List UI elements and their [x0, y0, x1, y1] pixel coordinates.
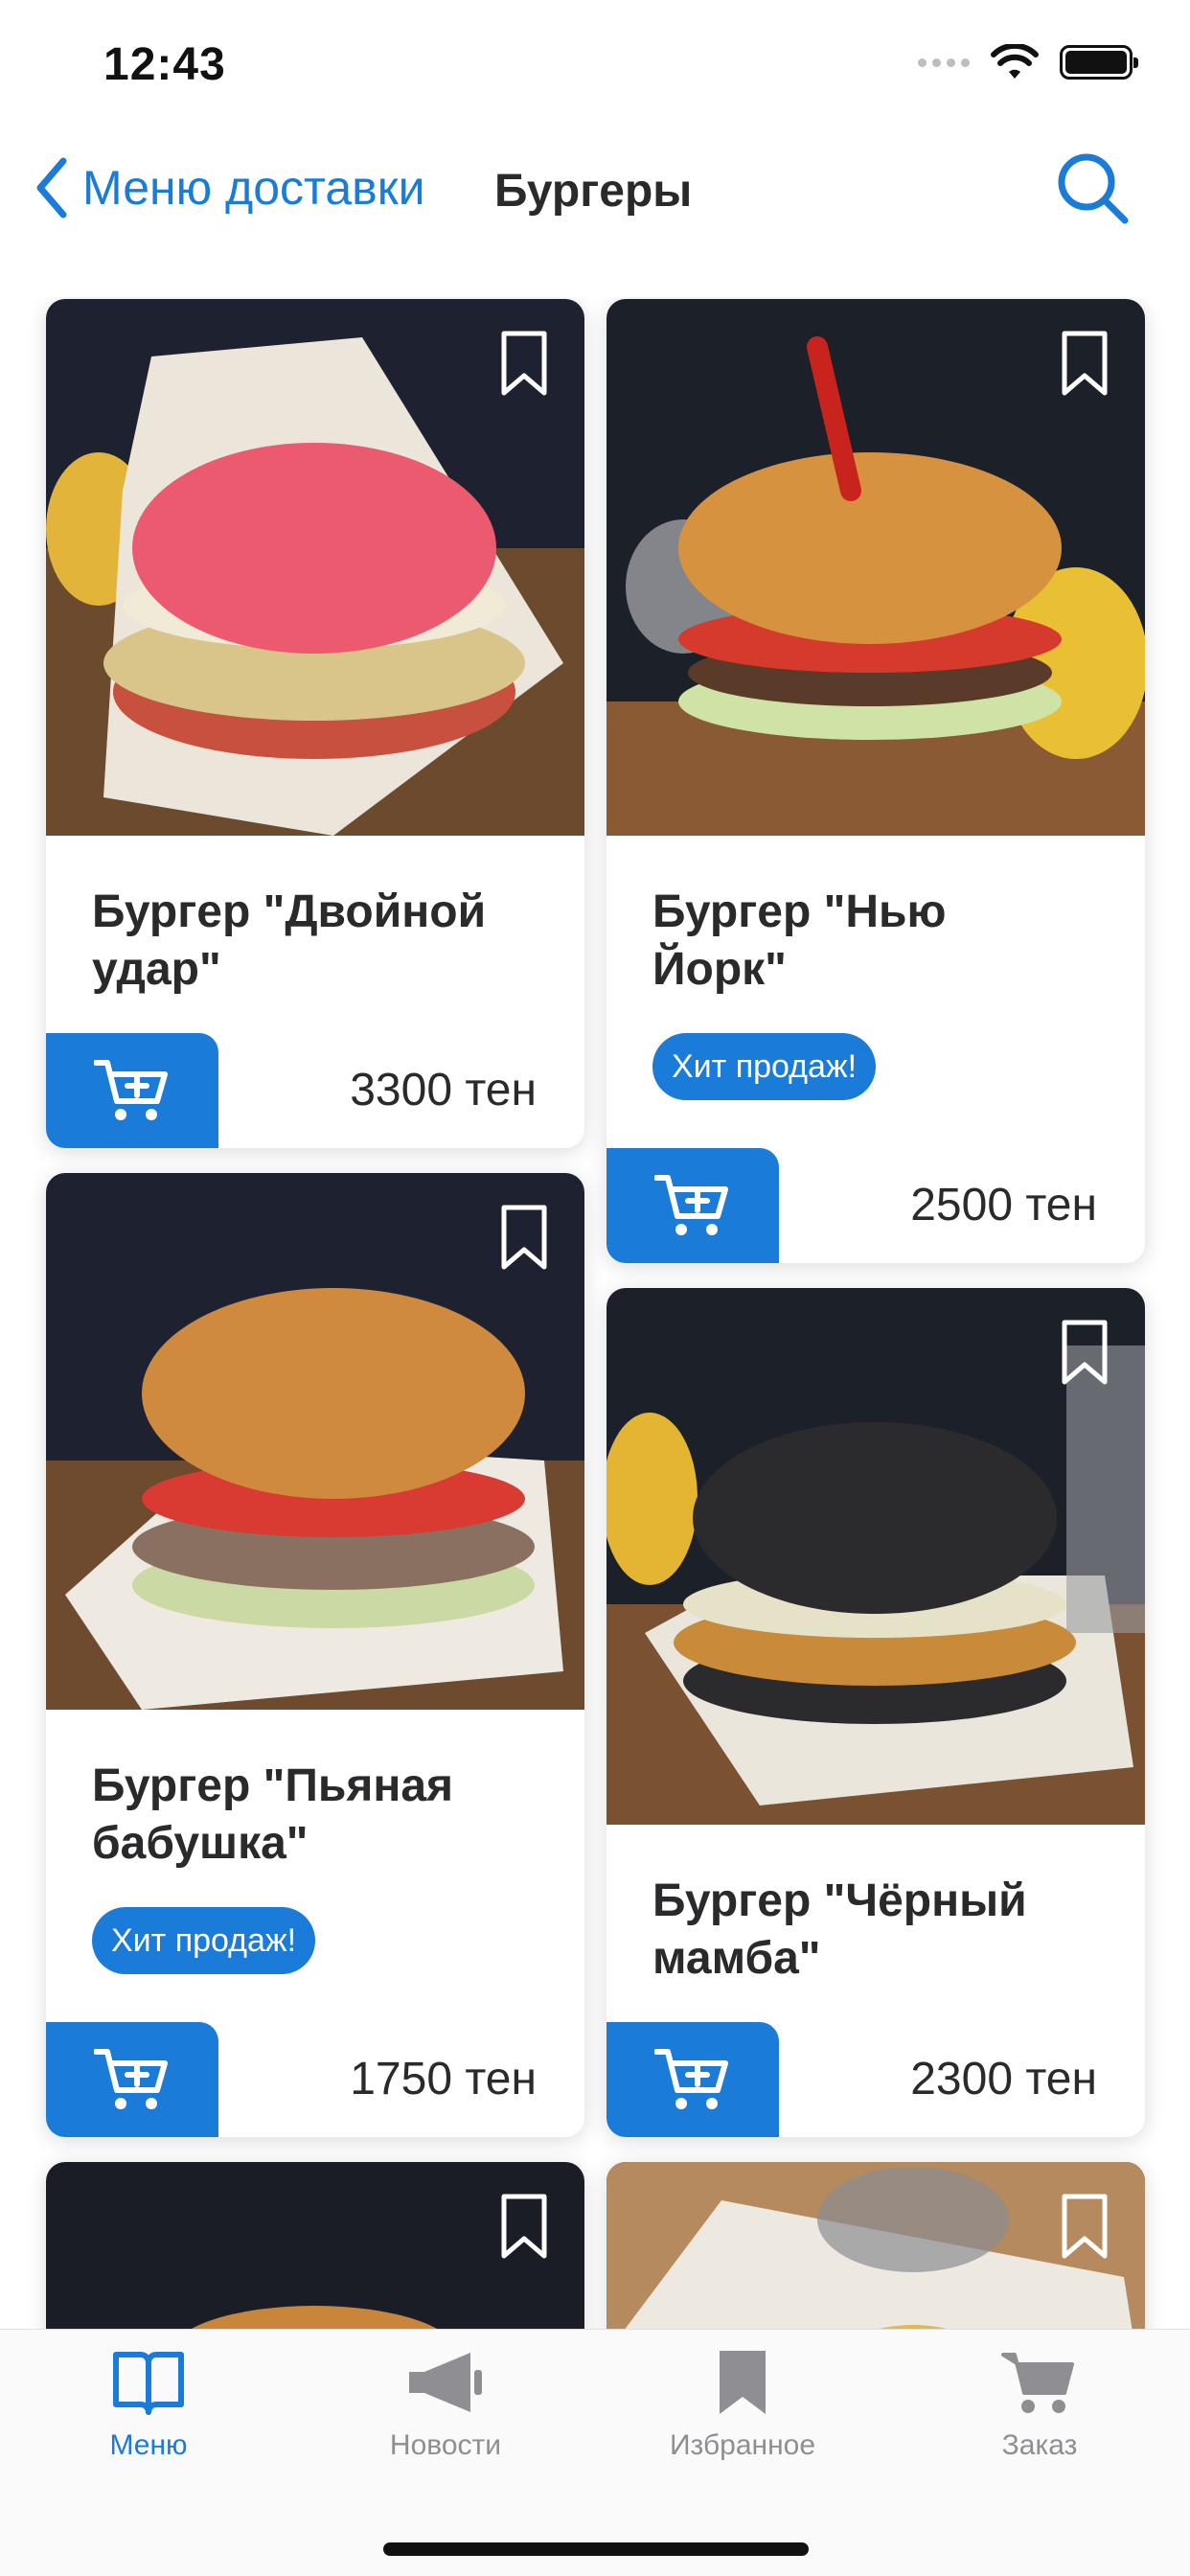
status-time: 12:43 — [103, 39, 226, 90]
product-card[interactable]: Бургер "Чёрный мамба" 2300 тен — [606, 1288, 1145, 2137]
tab-label: Меню — [109, 2429, 188, 2461]
product-title: Бургер "Нью Йорк" — [652, 886, 947, 995]
tab-order[interactable]: Заказ — [925, 2349, 1155, 2462]
tab-news[interactable]: Новости — [331, 2349, 561, 2462]
tab-favorites[interactable]: Избранное — [628, 2349, 858, 2462]
product-price: 1750 тен — [350, 2054, 537, 2104]
bookmark-icon[interactable] — [1061, 1319, 1109, 1386]
cart-plus-icon — [94, 2049, 168, 2109]
book-icon — [113, 2352, 184, 2415]
cart-icon — [1001, 2353, 1074, 2413]
product-price: 2500 тен — [910, 1180, 1097, 1230]
bookmark-icon[interactable] — [1061, 2193, 1109, 2260]
page-title: Бургеры — [494, 166, 693, 217]
bestseller-badge: Хит продаж! — [652, 1033, 877, 1100]
cart-plus-icon — [94, 1060, 168, 1120]
product-grid: Бургер "Двойной удар" 3300 тен Бургер "Н… — [0, 297, 1190, 2329]
bookmark-icon[interactable] — [500, 1204, 548, 1271]
product-card[interactable] — [46, 2162, 584, 2329]
status-bar: 12:43 — [0, 0, 1190, 125]
bookmark-icon — [720, 2351, 766, 2414]
product-image — [46, 299, 584, 836]
cart-plus-icon — [654, 1175, 728, 1235]
product-image — [46, 1173, 584, 1710]
signal-icon — [918, 58, 970, 67]
add-to-cart-button[interactable] — [46, 2022, 218, 2137]
product-image — [606, 299, 1145, 836]
tab-menu[interactable]: Меню — [34, 2349, 263, 2462]
product-card[interactable]: Бургер "Двойной удар" 3300 тен — [46, 299, 584, 1148]
back-button[interactable]: Меню доставки — [34, 157, 425, 218]
product-price: 2300 тен — [910, 2054, 1097, 2104]
tab-bar: Меню Новости Избранное Заказ — [0, 2329, 1190, 2576]
add-to-cart-button[interactable] — [606, 2022, 779, 2137]
product-card[interactable] — [606, 2162, 1145, 2329]
tab-label: Избранное — [669, 2429, 816, 2461]
product-image — [46, 2162, 584, 2329]
tab-label: Заказ — [1001, 2429, 1078, 2461]
cart-plus-icon — [654, 2049, 728, 2109]
back-button-label: Меню доставки — [82, 161, 425, 215]
wifi-icon — [991, 44, 1039, 79]
product-title: Бургер "Пьяная бабушка" — [92, 1760, 454, 1869]
home-indicator[interactable] — [383, 2542, 809, 2556]
add-to-cart-button[interactable] — [606, 1148, 779, 1263]
navigation-bar: Меню доставки Бургеры — [0, 134, 1190, 249]
chevron-left-icon — [36, 157, 67, 218]
product-title: Бургер "Двойной удар" — [92, 886, 487, 995]
product-price: 3300 тен — [350, 1065, 537, 1116]
battery-icon — [1060, 45, 1138, 80]
product-title: Бургер "Чёрный мамба" — [652, 1875, 1027, 1984]
bestseller-badge: Хит продаж! — [92, 1907, 316, 1974]
megaphone-icon — [409, 2353, 482, 2412]
product-card[interactable]: Бургер "Нью Йорк" Хит продаж! 2500 тен — [606, 299, 1145, 1263]
status-indicators — [918, 44, 1138, 80]
search-icon[interactable] — [1054, 150, 1131, 226]
product-image — [606, 2162, 1145, 2329]
product-card[interactable]: Бургер "Пьяная бабушка" Хит продаж! 1750… — [46, 1173, 584, 2137]
product-image — [606, 1288, 1145, 1825]
bookmark-icon[interactable] — [500, 2193, 548, 2260]
add-to-cart-button[interactable] — [46, 1033, 218, 1148]
bookmark-icon[interactable] — [500, 330, 548, 397]
tab-label: Новости — [389, 2429, 502, 2461]
bookmark-icon[interactable] — [1061, 330, 1109, 397]
